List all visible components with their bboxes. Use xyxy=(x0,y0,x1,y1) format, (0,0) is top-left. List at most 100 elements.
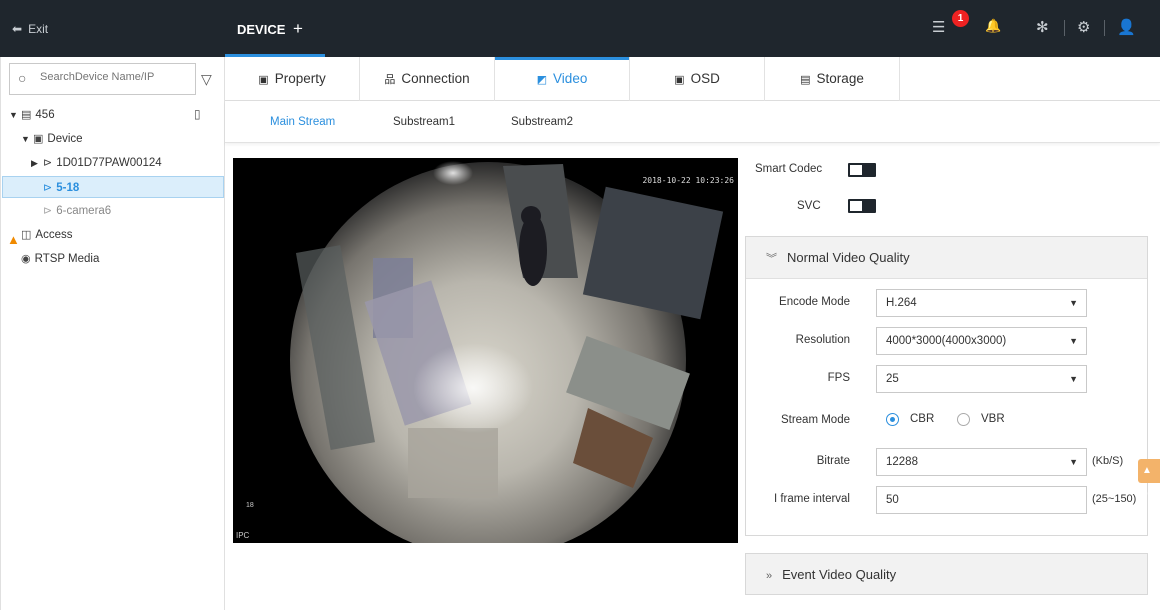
bitrate-unit: (Kb/S) xyxy=(1092,455,1124,467)
camera-icon: ⊳ xyxy=(43,157,53,169)
exit-button[interactable]: ⬅ Exit xyxy=(12,22,48,36)
toggle-knob xyxy=(850,201,862,211)
tree-device-1[interactable]: ▶ ⊳ 1D01D77PAW00124 xyxy=(31,152,162,174)
cbr-label: CBR xyxy=(910,413,935,425)
iframe-row: I frame interval 50 (25~150) xyxy=(746,486,1147,514)
active-tab-indicator xyxy=(495,57,629,60)
collapse-caret-icon[interactable]: ▶ xyxy=(31,152,43,174)
tab-osd[interactable]: ▣ OSD xyxy=(630,57,765,101)
stream-mode-row: Stream Mode CBR VBR xyxy=(746,407,1147,435)
stream-tab-bar: Main Stream Substream1 Substream2 xyxy=(225,101,1160,143)
access-label: Access xyxy=(35,229,73,241)
event-list-icon[interactable]: ☰ xyxy=(932,18,945,36)
expand-caret-icon[interactable]: ▼ xyxy=(9,104,21,126)
cbr-radio[interactable] xyxy=(886,413,899,426)
storage-icon: ▤ xyxy=(800,74,811,86)
device-group-label: Device xyxy=(47,133,83,145)
resolution-row: Resolution 4000*3000(4000x3000) ▼ xyxy=(746,327,1147,355)
tab-storage-label: Storage xyxy=(816,71,864,86)
floating-warning-count: 0 xyxy=(1142,489,1148,500)
bitrate-value: 12288 xyxy=(886,456,918,468)
fps-row: FPS 25 ▼ xyxy=(746,365,1147,393)
video-icon: ◩ xyxy=(536,74,548,86)
fps-select[interactable]: 25 ▼ xyxy=(876,365,1087,393)
divider xyxy=(1064,20,1065,36)
collapse-chevron-icon: ︾ xyxy=(766,253,777,265)
device-tab-label: DEVICE xyxy=(237,22,286,37)
video-timestamp: 2018-10-22 10:23:26 xyxy=(642,176,734,185)
tree-access[interactable]: ◫ Access xyxy=(21,224,72,246)
smart-codec-label: Smart Codec xyxy=(755,163,823,175)
property-icon: ▣ xyxy=(258,74,269,86)
settings-gear-icon[interactable]: ⚙ xyxy=(1077,18,1090,36)
svc-label: SVC xyxy=(797,200,821,212)
tab-video-label: Video xyxy=(553,71,588,86)
root-label: 456 xyxy=(35,109,55,121)
device3-label: 6-camera6 xyxy=(56,205,112,217)
tab-connection[interactable]: 品 Connection xyxy=(360,57,495,101)
tab-storage[interactable]: ▤ Storage xyxy=(765,57,900,101)
smart-codec-toggle[interactable] xyxy=(848,163,876,177)
alarm-light-icon[interactable]: 🔔 xyxy=(985,18,1001,34)
iframe-range: (25~150) xyxy=(1092,493,1137,505)
tab-device[interactable]: DEVICE + xyxy=(225,0,325,57)
fisheye-image xyxy=(290,161,724,543)
tree-device-3[interactable]: ⊳ 6-camera6 xyxy=(43,200,111,222)
fps-value: 25 xyxy=(886,373,899,385)
add-tab-button[interactable]: + xyxy=(293,19,303,39)
device-folder-icon: ▣ xyxy=(33,133,44,145)
expand-caret-icon[interactable]: ▼ xyxy=(21,128,33,150)
subtab-main-stream[interactable]: Main Stream xyxy=(270,116,335,128)
exit-label: Exit xyxy=(28,22,49,36)
vbr-radio[interactable] xyxy=(957,413,970,426)
iframe-input[interactable]: 50 xyxy=(876,486,1087,514)
subtab-substream1[interactable]: Substream1 xyxy=(393,116,455,128)
bitrate-select[interactable]: 12288 ▼ xyxy=(876,448,1087,476)
tab-property[interactable]: ▣ Property xyxy=(225,57,360,101)
camera-icon: ⊳ xyxy=(43,182,53,194)
search-box[interactable]: ○ xyxy=(9,63,196,95)
video-channel-label: IPC xyxy=(236,531,250,540)
encode-mode-select[interactable]: H.264 ▼ xyxy=(876,289,1087,317)
event-video-quality-header[interactable]: » Event Video Quality xyxy=(745,553,1148,595)
resolution-label: Resolution xyxy=(795,334,850,346)
tree-device-2-selected[interactable]: ⊳ 5-18 xyxy=(2,176,224,198)
device1-label: 1D01D77PAW00124 xyxy=(56,157,162,169)
bitrate-label: Bitrate xyxy=(816,455,850,467)
alarm-badge: 1 xyxy=(952,10,969,27)
nvr-icon: ▤ xyxy=(21,109,32,121)
normal-video-quality-header[interactable]: ︾ Normal Video Quality xyxy=(746,237,1147,279)
encode-mode-row: Encode Mode H.264 ▼ xyxy=(746,289,1147,317)
osd-icon: ▣ xyxy=(674,74,685,86)
resolution-select[interactable]: 4000*3000(4000x3000) ▼ xyxy=(876,327,1087,355)
collapse-panel-icon[interactable]: ▯ xyxy=(194,107,201,121)
filter-icon[interactable]: ▽ xyxy=(201,71,212,88)
divider xyxy=(1104,20,1105,36)
iframe-label: I frame interval xyxy=(773,493,850,505)
network-icon[interactable]: ✻ xyxy=(1036,18,1049,36)
tab-connection-label: Connection xyxy=(401,71,470,86)
user-icon[interactable]: 👤 xyxy=(1117,18,1136,36)
encode-mode-value: H.264 xyxy=(886,297,917,309)
normal-video-quality-title: Normal Video Quality xyxy=(787,250,910,265)
dropdown-arrow-icon: ▼ xyxy=(1069,336,1078,346)
floating-warning-badge[interactable]: ▲ 0 xyxy=(1138,459,1160,500)
device2-label: 5-18 xyxy=(56,182,80,194)
tab-video[interactable]: ◩ Video xyxy=(495,57,630,101)
device-tree-panel: ○ ▽ ▼▤456 ▯ ▼▣Device ▶⊳1D01D77PAW00124 ⊳… xyxy=(0,57,225,610)
dropdown-arrow-icon: ▼ xyxy=(1069,298,1078,308)
iframe-value: 50 xyxy=(886,494,899,506)
tree-rtsp[interactable]: ◉ RTSP Media xyxy=(21,248,99,270)
toggle-knob xyxy=(850,165,862,175)
tree-device-group[interactable]: ▼ ▣ Device xyxy=(21,128,83,150)
config-tab-bar: ▣ Property 品 Connection ◩ Video ▣ OSD ▤ Stora… xyxy=(225,57,1160,101)
tab-property-label: Property xyxy=(274,71,326,86)
tab-osd-label: OSD xyxy=(690,71,720,86)
subtab-substream2[interactable]: Substream2 xyxy=(511,116,573,128)
resolution-value: 4000*3000(4000x3000) xyxy=(886,335,1007,347)
tree-root[interactable]: ▼ ▤ 456 xyxy=(9,104,219,126)
camera-offline-icon: ⊳ xyxy=(43,205,53,217)
svc-toggle[interactable] xyxy=(848,199,876,213)
vbr-label: VBR xyxy=(981,413,1005,425)
search-input[interactable] xyxy=(40,71,190,83)
